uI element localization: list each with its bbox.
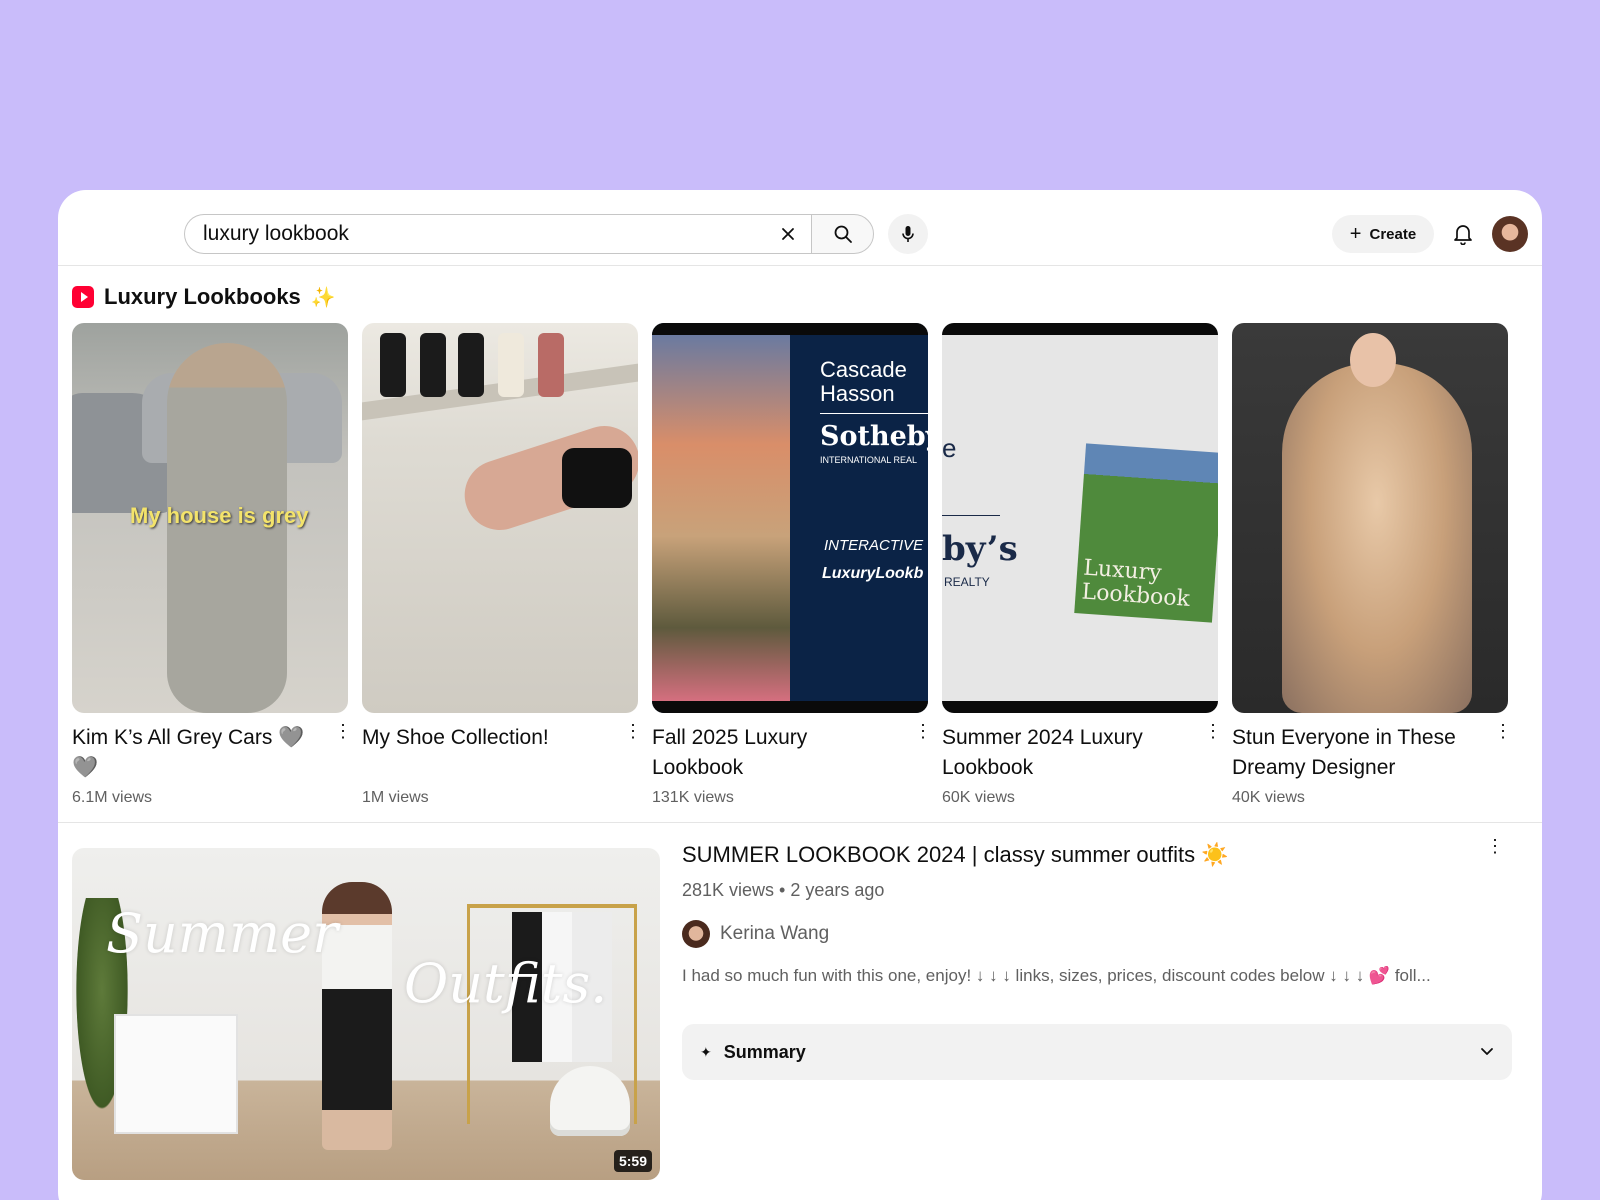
sparkle-icon: ✦ (700, 1043, 712, 1060)
short-card[interactable]: Cascade Hasson Sotheby’ INTERNATIONAL RE… (652, 323, 932, 807)
thumbnail-script-text: Summer (106, 902, 338, 965)
short-views: 6.1M views (72, 789, 153, 806)
video-title[interactable]: SUMMER LOOKBOOK 2024 | classy summer out… (682, 840, 1462, 870)
lookbook-cover: Luxury Lookbook (1074, 443, 1218, 623)
thumbnail-text: INTERACTIVE (824, 537, 924, 554)
thumbnail-text: e (942, 433, 957, 463)
thumbnail-text: Sotheby’ (820, 421, 928, 452)
shorts-logo-icon (72, 286, 94, 308)
short-thumbnail[interactable]: My house is grey (72, 323, 348, 713)
more-options-icon[interactable]: ⋮ (1486, 837, 1504, 862)
voice-search-button[interactable] (888, 214, 928, 254)
more-options-icon[interactable]: ⋮ (1204, 722, 1222, 743)
more-options-icon[interactable]: ⋮ (914, 722, 932, 743)
short-views: 60K views (942, 789, 1015, 806)
summary-expander[interactable]: ✦ Summary (682, 1024, 1512, 1080)
thumbnail-text: LuxuryLookb (822, 565, 924, 582)
channel-name[interactable]: Kerina Wang (720, 923, 829, 945)
short-title[interactable]: Fall 2025 Luxury Lookbook (652, 723, 888, 783)
video-thumbnail[interactable]: Summer Outfits. 5:59 (72, 848, 660, 1180)
thumbnail-text: Lookbook (1080, 579, 1191, 612)
account-avatar[interactable] (1492, 216, 1528, 252)
thumbnail-text: INTERNATIONAL REAL (820, 455, 918, 465)
summary-label: Summary (723, 1041, 806, 1062)
short-title[interactable]: My Shoe Collection! (362, 723, 598, 783)
top-bar: luxury lookbook + Create (58, 190, 1542, 266)
short-card[interactable]: My house is grey Kim K’s All Grey Cars 🩶… (72, 323, 352, 807)
short-thumbnail[interactable] (362, 323, 638, 713)
sparkles-icon: ✨ (310, 286, 336, 309)
video-duration: 5:59 (613, 1150, 652, 1172)
thumbnail-caption: My house is grey (130, 503, 309, 528)
section-divider (58, 822, 1542, 823)
search-icon (834, 225, 852, 243)
notifications-button[interactable] (1450, 220, 1476, 248)
search-field[interactable]: luxury lookbook (184, 214, 816, 254)
create-button[interactable]: + Create (1332, 215, 1434, 253)
shelf-title: Luxury Lookbooks (104, 284, 301, 309)
channel-avatar[interactable] (682, 920, 710, 948)
create-label: Create (1369, 225, 1417, 243)
thumbnail-text: REALTY (944, 575, 990, 589)
clear-search-button[interactable] (768, 215, 808, 253)
more-options-icon[interactable]: ⋮ (334, 722, 352, 743)
short-thumbnail[interactable]: e by’s REALTY Luxury Lookbook (942, 323, 1218, 713)
short-card[interactable]: e by’s REALTY Luxury Lookbook Summer 202… (942, 323, 1222, 807)
short-title[interactable]: Kim K’s All Grey Cars 🩶 🩶 (72, 723, 308, 783)
short-views: 131K views (652, 789, 734, 806)
video-meta: 281K views • 2 years ago (682, 880, 885, 900)
short-title[interactable]: Summer 2024 Luxury Lookbook (942, 723, 1178, 783)
channel-link[interactable]: Kerina Wang (682, 920, 829, 948)
short-views: 1M views (362, 789, 429, 806)
video-description: I had so much fun with this one, enjoy! … (682, 966, 1431, 985)
short-title[interactable]: Stun Everyone in These Dreamy Designer G… (1232, 723, 1468, 783)
thumbnail-text: Cascade (820, 357, 907, 382)
more-options-icon[interactable]: ⋮ (624, 722, 642, 743)
plus-icon: + (1349, 223, 1362, 245)
thumbnail-text: Hasson (820, 381, 895, 406)
close-icon (782, 228, 794, 240)
thumbnail-text: by’s (942, 529, 1018, 569)
short-thumbnail[interactable]: Cascade Hasson Sotheby’ INTERNATIONAL RE… (652, 323, 928, 713)
more-options-icon[interactable]: ⋮ (1494, 722, 1512, 743)
microphone-icon (902, 226, 914, 242)
search-input[interactable]: luxury lookbook (203, 222, 768, 246)
short-card[interactable]: Stun Everyone in These Dreamy Designer G… (1232, 323, 1512, 807)
search-button[interactable] (811, 214, 874, 254)
thumbnail-script-text: Outfits. (404, 952, 608, 1015)
bell-icon (1454, 225, 1472, 245)
chevron-down-icon (1481, 1048, 1493, 1055)
short-thumbnail[interactable] (1232, 323, 1508, 713)
shelf-heading: Luxury Lookbooks ✨ (72, 284, 336, 310)
short-views: 40K views (1232, 789, 1305, 806)
short-card[interactable]: My Shoe Collection! 1M views ⋮ (362, 323, 642, 807)
browser-window: luxury lookbook + Create Luxury Lookbook… (58, 190, 1542, 1200)
